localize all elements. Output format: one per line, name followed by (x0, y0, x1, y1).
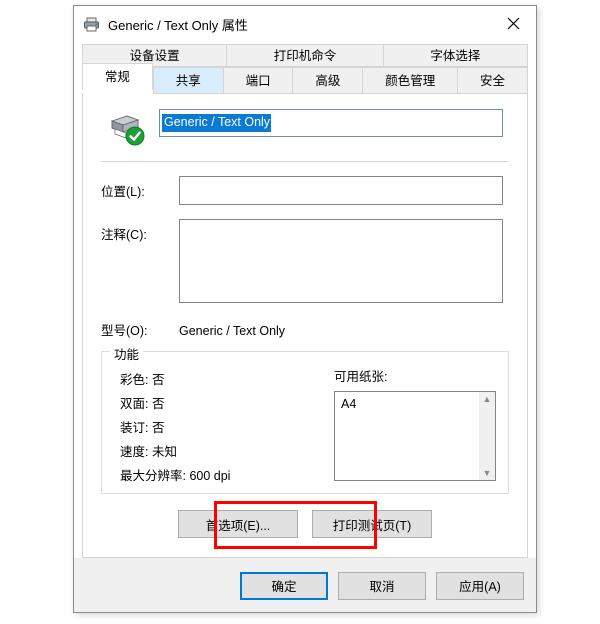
location-input[interactable] (179, 176, 503, 205)
dialog-footer: 确定 取消 应用(A) (74, 558, 536, 612)
comment-input[interactable] (179, 219, 503, 303)
tab-printer-commands[interactable]: 打印机命令 (226, 44, 383, 67)
paper-available-label: 可用纸张: (334, 370, 388, 384)
tab-security[interactable]: 安全 (457, 67, 528, 94)
printer-name-value: Generic / Text Only (162, 114, 272, 132)
paper-items: A4 (335, 392, 479, 480)
close-icon[interactable] (491, 6, 536, 41)
printer-name-input[interactable]: Generic / Text Only (159, 109, 503, 137)
tab-sharing[interactable]: 共享 (152, 67, 223, 94)
features-body: 彩色: 否 双面: 否 装订: 否 速度: 未知 最大分辨率: 600 dpi … (114, 366, 496, 483)
printer-icon (82, 15, 100, 33)
paper-scrollbar[interactable]: ▲ ▼ (479, 392, 495, 480)
print-test-page-button[interactable]: 打印测试页(T) (312, 510, 432, 538)
header-divider (101, 161, 509, 162)
feature-speed: 速度: 未知 (120, 445, 177, 459)
apply-button[interactable]: 应用(A) (436, 571, 524, 600)
features-group: 功能 彩色: 否 双面: 否 装订: 否 速度: 未知 最大分辨率: 600 d… (101, 344, 509, 494)
comment-row: 注释(C): (83, 219, 527, 303)
tab-general[interactable]: 常规 (82, 63, 153, 90)
features-legend: 功能 (110, 344, 144, 363)
tab-ports[interactable]: 端口 (222, 67, 293, 94)
preferences-button[interactable]: 首选项(E)... (178, 510, 298, 538)
feature-max-resolution: 最大分辨率: 600 dpi (120, 469, 231, 483)
chevron-up-icon[interactable]: ▲ (483, 394, 492, 404)
printer-header: Generic / Text Only (83, 93, 527, 147)
model-row: 型号(O): Generic / Text Only (83, 320, 527, 339)
feature-staple: 装订: 否 (120, 421, 165, 435)
feature-duplex: 双面: 否 (120, 397, 165, 411)
location-row: 位置(L): (83, 176, 527, 205)
chevron-down-icon[interactable]: ▼ (483, 468, 492, 478)
cancel-button[interactable]: 取消 (338, 571, 426, 600)
feature-color: 彩色: 否 (120, 373, 165, 387)
tab-font-selection[interactable]: 字体选择 (382, 44, 529, 67)
tab-row-bottom: 常规 共享 端口 高级 颜色管理 安全 (82, 63, 528, 94)
printer-ready-icon (101, 109, 153, 147)
tab-color-management[interactable]: 颜色管理 (362, 67, 458, 94)
printer-properties-dialog: Generic / Text Only 属性 设备设置 打印机命令 字体选择 常… (73, 5, 537, 613)
paper-section: 可用纸张: A4 ▲ ▼ (330, 366, 496, 481)
title-bar: Generic / Text Only 属性 (74, 6, 536, 42)
list-item[interactable]: A4 (341, 396, 479, 412)
paper-listbox[interactable]: A4 ▲ ▼ (334, 391, 496, 481)
model-value: Generic / Text Only (179, 324, 286, 338)
tab-strip: 设备设置 打印机命令 字体选择 常规 共享 端口 高级 颜色管理 安全 (74, 42, 536, 94)
model-label: 型号(O): (101, 324, 148, 338)
action-button-row: 首选项(E)... 打印测试页(T) (83, 501, 527, 549)
window-title: Generic / Text Only 属性 (108, 17, 248, 33)
comment-label: 注释(C): (101, 228, 147, 242)
ok-button[interactable]: 确定 (240, 571, 328, 600)
feature-list: 彩色: 否 双面: 否 装订: 否 速度: 未知 最大分辨率: 600 dpi (114, 366, 330, 483)
location-label: 位置(L): (101, 185, 145, 199)
general-tab-panel: Generic / Text Only 位置(L): 注释(C): 型号(O):… (82, 93, 528, 558)
tab-advanced[interactable]: 高级 (292, 67, 363, 94)
